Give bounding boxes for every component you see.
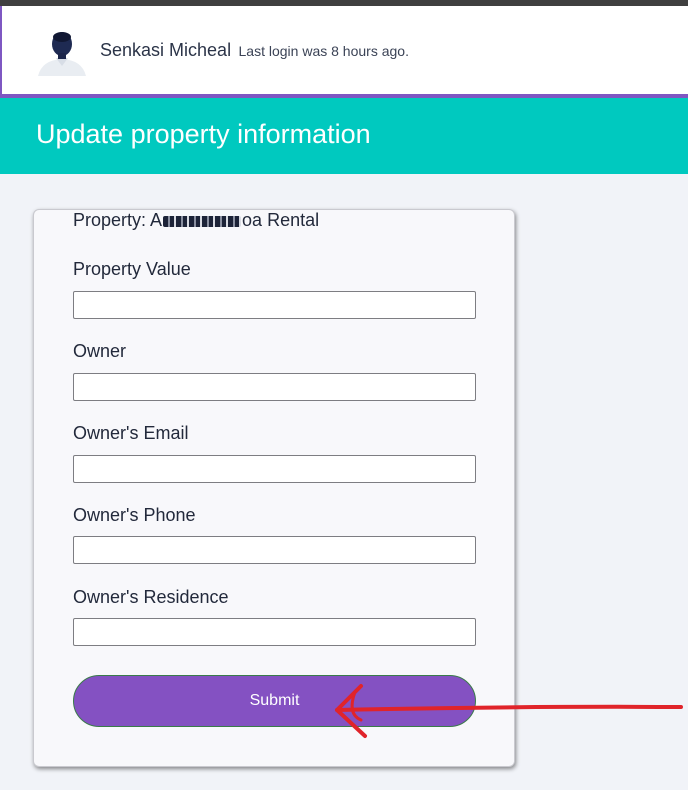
user-header: Senkasi Micheal Last login was 8 hours a… — [0, 6, 688, 98]
page-title: Update property information — [36, 119, 371, 149]
owner-phone-label: Owner's Phone — [73, 505, 196, 525]
property-value-input[interactable] — [73, 291, 476, 319]
avatar[interactable] — [36, 28, 88, 76]
last-login-text: Last login was 8 hours ago. — [238, 43, 409, 59]
property-value-label: Property Value — [73, 259, 191, 279]
redacted-text — [163, 215, 242, 227]
user-name: Senkasi Micheal — [100, 40, 232, 60]
owner-residence-input[interactable] — [73, 618, 476, 646]
owner-residence-label: Owner's Residence — [73, 587, 229, 607]
property-prefix: Property: A — [73, 210, 163, 230]
owner-email-label: Owner's Email — [73, 423, 189, 443]
arrow-annotation — [335, 684, 683, 738]
property-name: Property: A oa Rental — [73, 210, 319, 231]
user-info: Senkasi Micheal Last login was 8 hours a… — [100, 40, 409, 61]
property-suffix: oa Rental — [242, 210, 320, 230]
owner-email-input[interactable] — [73, 455, 476, 483]
owner-input[interactable] — [73, 373, 476, 401]
page-banner: Update property information — [0, 98, 688, 174]
owner-phone-input[interactable] — [73, 536, 476, 564]
owner-label: Owner — [73, 341, 127, 361]
